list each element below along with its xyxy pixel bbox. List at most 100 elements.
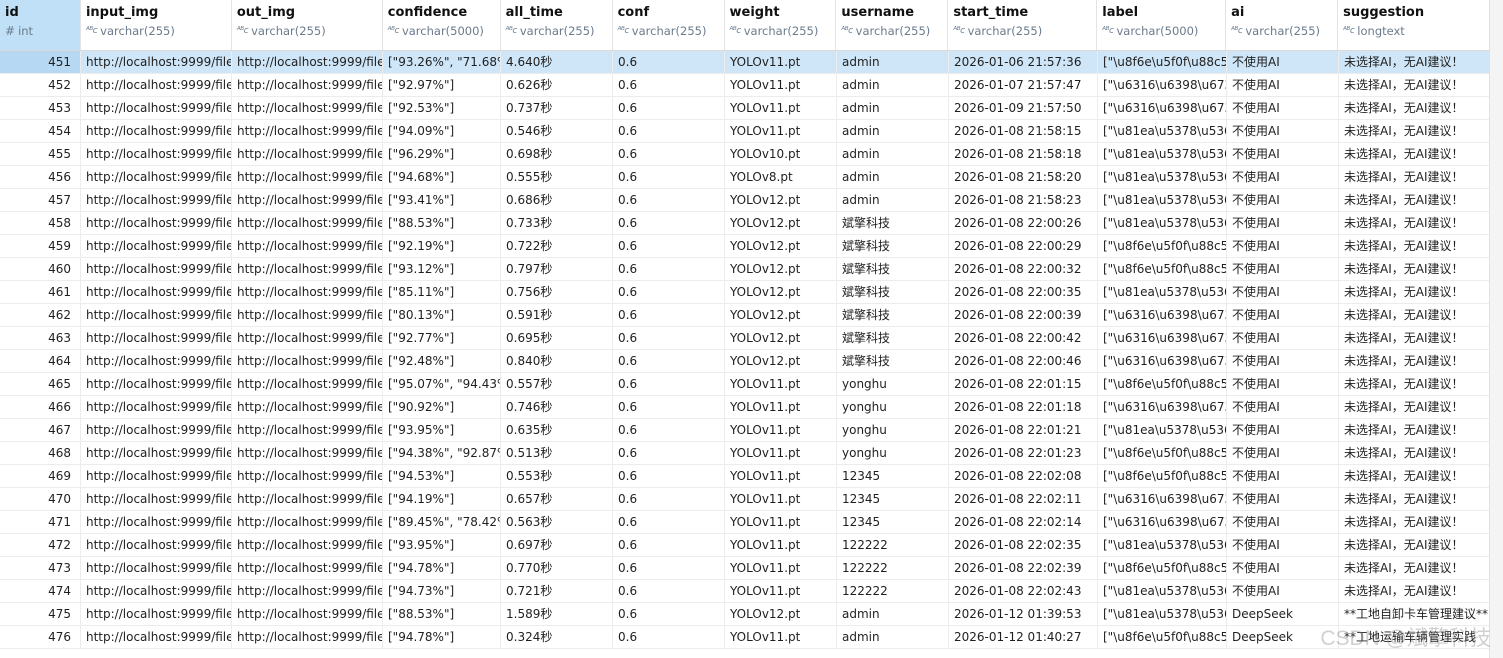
cell-username[interactable]: 斌擎科技 [837, 304, 949, 326]
cell-all-time[interactable]: 0.557秒 [501, 373, 613, 395]
cell-conf[interactable]: 0.6 [613, 419, 725, 441]
cell-id[interactable]: 472 [0, 534, 81, 556]
cell-all-time[interactable]: 0.555秒 [501, 166, 613, 188]
cell-label[interactable]: ["\u6316\u6398\u673 [1098, 350, 1227, 372]
cell-all-time[interactable]: 0.737秒 [501, 97, 613, 119]
cell-ai[interactable]: 不使用AI [1227, 235, 1339, 257]
cell-username[interactable]: admin [837, 189, 949, 211]
cell-id[interactable]: 476 [0, 626, 81, 648]
cell-suggestion[interactable]: 未选择AI，无AI建议！ [1339, 511, 1490, 533]
cell-label[interactable]: ["\u81ea\u5378\u536 [1098, 120, 1227, 142]
cell-start-time[interactable]: 2026-01-08 22:00:32 [949, 258, 1098, 280]
cell-all-time[interactable]: 0.733秒 [501, 212, 613, 234]
cell-conf[interactable]: 0.6 [613, 189, 725, 211]
cell-start-time[interactable]: 2026-01-08 22:02:14 [949, 511, 1098, 533]
cell-start-time[interactable]: 2026-01-08 21:58:15 [949, 120, 1098, 142]
cell-out-img[interactable]: http://localhost:9999/file [232, 189, 383, 211]
table-row[interactable]: 454 http://localhost:9999/file http://loca… [0, 120, 1490, 143]
cell-input-img[interactable]: http://localhost:9999/file [81, 626, 232, 648]
cell-conf[interactable]: 0.6 [613, 465, 725, 487]
cell-confidence[interactable]: ["89.45%", "78.42% [383, 511, 501, 533]
cell-weight[interactable]: YOLOv11.pt [725, 511, 837, 533]
cell-start-time[interactable]: 2026-01-08 22:00:29 [949, 235, 1098, 257]
cell-id[interactable]: 467 [0, 419, 81, 441]
cell-weight[interactable]: YOLOv8.pt [725, 166, 837, 188]
cell-start-time[interactable]: 2026-01-08 22:02:43 [949, 580, 1098, 602]
cell-conf[interactable]: 0.6 [613, 166, 725, 188]
cell-confidence[interactable]: ["94.53%"] [383, 465, 501, 487]
cell-weight[interactable]: YOLOv11.pt [725, 120, 837, 142]
cell-input-img[interactable]: http://localhost:9999/file [81, 350, 232, 372]
cell-suggestion[interactable]: 未选择AI，无AI建议！ [1339, 396, 1490, 418]
cell-conf[interactable]: 0.6 [613, 511, 725, 533]
cell-label[interactable]: ["\u6316\u6398\u673 [1098, 511, 1227, 533]
cell-username[interactable]: admin [837, 166, 949, 188]
cell-suggestion[interactable]: 未选择AI，无AI建议！ [1339, 235, 1490, 257]
cell-out-img[interactable]: http://localhost:9999/file [232, 212, 383, 234]
cell-conf[interactable]: 0.6 [613, 603, 725, 625]
cell-label[interactable]: ["\u6316\u6398\u673 [1098, 396, 1227, 418]
cell-conf[interactable]: 0.6 [613, 373, 725, 395]
cell-out-img[interactable]: http://localhost:9999/file [232, 626, 383, 648]
cell-conf[interactable]: 0.6 [613, 304, 725, 326]
table-row[interactable]: 466 http://localhost:9999/file http://loca… [0, 396, 1490, 419]
cell-input-img[interactable]: http://localhost:9999/file [81, 580, 232, 602]
cell-suggestion[interactable]: 未选择AI，无AI建议！ [1339, 304, 1490, 326]
cell-input-img[interactable]: http://localhost:9999/file [81, 534, 232, 556]
cell-out-img[interactable]: http://localhost:9999/file [232, 603, 383, 625]
cell-input-img[interactable]: http://localhost:9999/file [81, 327, 232, 349]
cell-conf[interactable]: 0.6 [613, 235, 725, 257]
cell-ai[interactable]: 不使用AI [1227, 373, 1339, 395]
cell-confidence[interactable]: ["93.12%"] [383, 258, 501, 280]
cell-ai[interactable]: 不使用AI [1227, 212, 1339, 234]
cell-weight[interactable]: YOLOv11.pt [725, 534, 837, 556]
column-header-input-img[interactable]: input_img ᴬᴮc varchar(255) [81, 0, 232, 50]
cell-input-img[interactable]: http://localhost:9999/file [81, 304, 232, 326]
cell-confidence[interactable]: ["94.73%"] [383, 580, 501, 602]
cell-all-time[interactable]: 0.626秒 [501, 74, 613, 96]
cell-ai[interactable]: 不使用AI [1227, 511, 1339, 533]
data-grid[interactable]: id # int input_img ᴬᴮc varchar(255) out_img ᴬᴮc… [0, 0, 1490, 658]
cell-username[interactable]: 122222 [837, 580, 949, 602]
cell-label[interactable]: ["\u6316\u6398\u673 [1098, 304, 1227, 326]
cell-all-time[interactable]: 4.640秒 [501, 51, 613, 73]
cell-weight[interactable]: YOLOv12.pt [725, 258, 837, 280]
cell-input-img[interactable]: http://localhost:9999/file [81, 488, 232, 510]
cell-conf[interactable]: 0.6 [613, 120, 725, 142]
cell-label[interactable]: ["\u8f6e\u5f0f\u88c5 [1098, 373, 1227, 395]
cell-id[interactable]: 452 [0, 74, 81, 96]
column-header-suggestion[interactable]: suggestion ᴬᴮc longtext [1338, 0, 1490, 50]
cell-ai[interactable]: 不使用AI [1227, 327, 1339, 349]
cell-input-img[interactable]: http://localhost:9999/file [81, 373, 232, 395]
cell-all-time[interactable]: 0.797秒 [501, 258, 613, 280]
cell-ai[interactable]: 不使用AI [1227, 304, 1339, 326]
cell-label[interactable]: ["\u81ea\u5378\u536 [1098, 281, 1227, 303]
cell-confidence[interactable]: ["94.38%", "92.87% [383, 442, 501, 464]
cell-suggestion[interactable]: 未选择AI，无AI建议！ [1339, 120, 1490, 142]
cell-input-img[interactable]: http://localhost:9999/file [81, 120, 232, 142]
cell-input-img[interactable]: http://localhost:9999/file [81, 511, 232, 533]
cell-start-time[interactable]: 2026-01-08 21:58:18 [949, 143, 1098, 165]
cell-start-time[interactable]: 2026-01-12 01:39:53 [949, 603, 1098, 625]
cell-weight[interactable]: YOLOv11.pt [725, 488, 837, 510]
cell-weight[interactable]: YOLOv12.pt [725, 212, 837, 234]
cell-label[interactable]: ["\u8f6e\u5f0f\u88c5 [1098, 465, 1227, 487]
cell-username[interactable]: yonghu [837, 419, 949, 441]
cell-start-time[interactable]: 2026-01-09 21:57:50 [949, 97, 1098, 119]
cell-suggestion[interactable]: 未选择AI，无AI建议！ [1339, 74, 1490, 96]
cell-start-time[interactable]: 2026-01-08 22:00:26 [949, 212, 1098, 234]
cell-all-time[interactable]: 0.563秒 [501, 511, 613, 533]
cell-id[interactable]: 453 [0, 97, 81, 119]
cell-confidence[interactable]: ["92.77%"] [383, 327, 501, 349]
cell-weight[interactable]: YOLOv12.pt [725, 304, 837, 326]
table-row[interactable]: 465 http://localhost:9999/file http://loca… [0, 373, 1490, 396]
cell-label[interactable]: ["\u81ea\u5378\u536 [1098, 419, 1227, 441]
cell-input-img[interactable]: http://localhost:9999/file [81, 97, 232, 119]
cell-input-img[interactable]: http://localhost:9999/file [81, 603, 232, 625]
cell-out-img[interactable]: http://localhost:9999/file [232, 534, 383, 556]
cell-out-img[interactable]: http://localhost:9999/file [232, 304, 383, 326]
cell-username[interactable]: admin [837, 143, 949, 165]
cell-all-time[interactable]: 0.840秒 [501, 350, 613, 372]
cell-confidence[interactable]: ["92.97%"] [383, 74, 501, 96]
cell-input-img[interactable]: http://localhost:9999/file [81, 419, 232, 441]
